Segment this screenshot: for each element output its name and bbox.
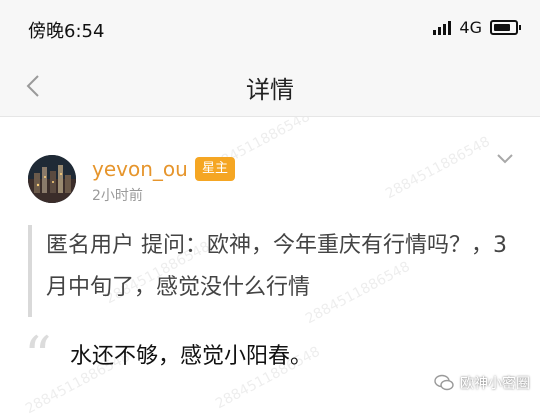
status-icons: 4G [433,18,521,37]
status-time: 傍晚6:54 [28,21,105,42]
wechat-icon [434,374,454,391]
page-title: 详情 [246,76,294,104]
watermark: 2884511886548 [383,133,493,203]
wechat-watermark: 欧神小密圈 [434,373,530,393]
network-label: 4G [459,18,482,37]
battery-icon [490,20,521,35]
author-name[interactable]: yevon_ou [92,157,188,181]
wechat-label: 欧神小密圈 [460,376,530,392]
avatar[interactable] [28,155,76,203]
quote-mark-icon: “ [24,325,52,388]
signal-icon [433,20,452,35]
post-time: 2小时前 [92,188,143,204]
question-block: 匿名用户 提问：欧神，今年重庆有行情吗？，3月中旬了，感觉没什么行情 [28,225,512,317]
nav-bar: 详情 [0,56,540,117]
answer-text: 水还不够，感觉小阳春。 [70,344,313,369]
chevron-down-icon[interactable] [495,152,515,166]
owner-badge: 星主 [195,157,236,181]
status-bar: 傍晚6:54 4G [0,0,540,56]
question-text: 匿名用户 提问：欧神，今年重庆有行情吗？，3月中旬了，感觉没什么行情 [46,233,507,300]
avatar-image [28,155,76,203]
